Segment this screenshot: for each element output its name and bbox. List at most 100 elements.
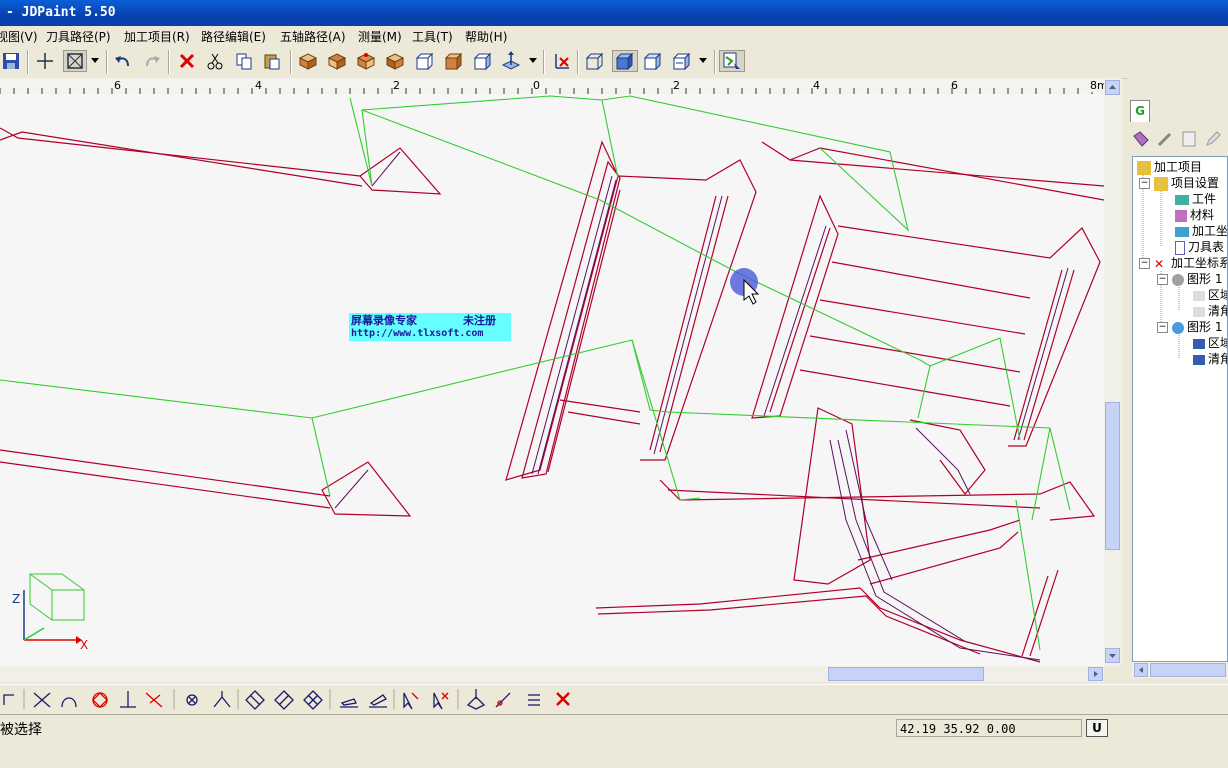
tree-item-coordinate[interactable]: 加工坐 [1175,223,1228,239]
toolbar-separator [27,50,29,74]
diamond-2-icon [274,690,294,710]
view-iso-4-button[interactable] [384,50,406,72]
toolbar-separator [106,50,108,74]
watermark-url: http://www.tlxsoft.com [351,328,484,339]
intersect-icon [213,691,231,708]
select-dropdown[interactable] [89,50,101,72]
move-node-icon [466,689,486,710]
render-mode-button[interactable] [671,50,693,72]
axis-z-label: Z [12,592,21,606]
render-dropdown[interactable] [697,50,709,72]
panel-tool-4[interactable] [1204,130,1222,148]
view-iso-1-button[interactable] [297,50,319,72]
paste-button[interactable] [261,50,283,72]
path-display-button[interactable] [719,50,745,72]
scroll-thumb[interactable] [1105,402,1120,550]
ruler-label: 4 [813,79,820,92]
hscroll-thumb[interactable] [828,667,984,681]
tree-item-tool-table[interactable]: 刀具表 [1175,239,1224,255]
view-dropdown[interactable] [527,50,539,72]
panel-tool-3[interactable] [1180,130,1198,148]
redo-button[interactable] [141,50,163,72]
vertical-scrollbar[interactable] [1104,78,1122,666]
dropdown-arrow-icon [529,58,537,63]
panel-tool-1[interactable] [1132,130,1150,148]
edit-toolbar [0,684,1228,713]
tree-item-label: 图形 1 [1187,320,1223,334]
horizontal-scrollbar[interactable] [0,666,1104,682]
cube-wire-icon [585,52,604,70]
region-icon [1193,338,1205,349]
menu-toolpath[interactable]: 刀具路径(P) [46,28,111,45]
save-button[interactable] [0,50,22,72]
axis-toggle-icon [555,54,569,69]
toolbar-separator [543,50,545,74]
cube-view-icon [298,53,318,70]
tree-item-clean-2[interactable]: 清角 [1193,351,1227,367]
tree-item-region-2[interactable]: 区域 [1193,335,1227,351]
tree-item-project[interactable]: 加工项目 [1137,159,1202,175]
view-iso-3-button[interactable] [355,50,377,72]
menu-five-axis[interactable]: 五轴路径(A) [280,28,346,45]
tree-item-shape-2[interactable]: − 图形 1 [1157,319,1222,335]
tree-item-workpiece[interactable]: 工件 [1175,191,1216,207]
tree-scroll-left-button[interactable] [1134,663,1148,677]
wireframe-button[interactable] [584,50,606,72]
undo-icon [115,56,129,67]
crosshair-button[interactable] [34,50,56,72]
panel-tool-2[interactable] [1156,130,1174,148]
unit-button[interactable]: U [1086,719,1108,737]
tree-item-coord-system[interactable]: − ✕ 加工坐标系 [1139,255,1227,271]
main-toolbar [0,46,1228,79]
tree-item-region-1[interactable]: 区域 [1193,287,1227,303]
scroll-right-button[interactable] [1088,667,1103,681]
cube-shaded-icon [615,52,634,70]
axis-toggle-button[interactable] [550,50,572,72]
arrow-up-icon [1109,85,1116,89]
collapse-toggle-icon[interactable]: − [1139,178,1150,189]
undo-button[interactable] [112,50,134,72]
tree-hscroll-thumb[interactable] [1150,663,1226,677]
collapse-toggle-icon[interactable]: − [1157,274,1168,285]
tree-item-settings[interactable]: − 项目设置 [1139,175,1219,191]
view-axis-button[interactable] [500,50,522,72]
trim-tool-icon [33,692,51,708]
tree-item-clean-1[interactable]: 清角 [1193,303,1227,319]
project-tree[interactable]: 加工项目 − 项目设置 工件 材料 加工坐 刀具表 − ✕ 加工坐标系 − 图形 1 区… [1132,156,1228,662]
view-solid-button[interactable] [442,50,464,72]
cut-button[interactable] [204,50,226,72]
shaded-button[interactable] [612,50,638,72]
scroll-up-button[interactable] [1105,80,1120,95]
circle-snap-icon [92,692,108,708]
tree-item-label: 加工坐 [1192,224,1228,238]
tab-g[interactable]: G [1130,100,1150,122]
select-box-button[interactable] [63,50,87,72]
collapse-toggle-icon[interactable]: − [1139,258,1150,269]
view-front-button[interactable] [413,50,435,72]
scroll-down-button[interactable] [1105,648,1120,663]
dropdown-arrow-icon [91,58,99,63]
shaded-edges-button[interactable] [642,50,664,72]
select-box-icon [67,53,83,69]
status-message: 被选择 [0,722,42,738]
menu-machining-project[interactable]: 加工项目(R) [124,28,190,45]
menu-measure[interactable]: 测量(M) [358,28,402,45]
menu-path-edit[interactable]: 路径编辑(E) [201,28,266,45]
menu-tools[interactable]: 工具(T) [412,28,453,45]
tree-item-shape-1[interactable]: − 图形 1 [1157,271,1222,287]
menu-help[interactable]: 帮助(H) [465,28,507,45]
delete-button[interactable] [176,50,198,72]
view-side-button[interactable] [471,50,493,72]
tree-item-material[interactable]: 材料 [1175,207,1214,223]
collapse-toggle-icon[interactable]: − [1157,322,1168,333]
edit-icon [1206,131,1221,146]
menu-view[interactable]: 视图(V) [0,28,38,45]
axis-view-icon [501,51,521,70]
corner-tool-icon [3,694,14,705]
tree-item-label: 加工项目 [1154,160,1203,174]
tree-hscrollbar[interactable] [1132,662,1228,678]
copy-button[interactable] [233,50,255,72]
paste-icon [264,54,280,70]
drawing-canvas[interactable]: Z X 屏幕录像专家 未注册 http://www.tlxsoft.com [0,94,1104,666]
view-iso-2-button[interactable] [326,50,348,72]
